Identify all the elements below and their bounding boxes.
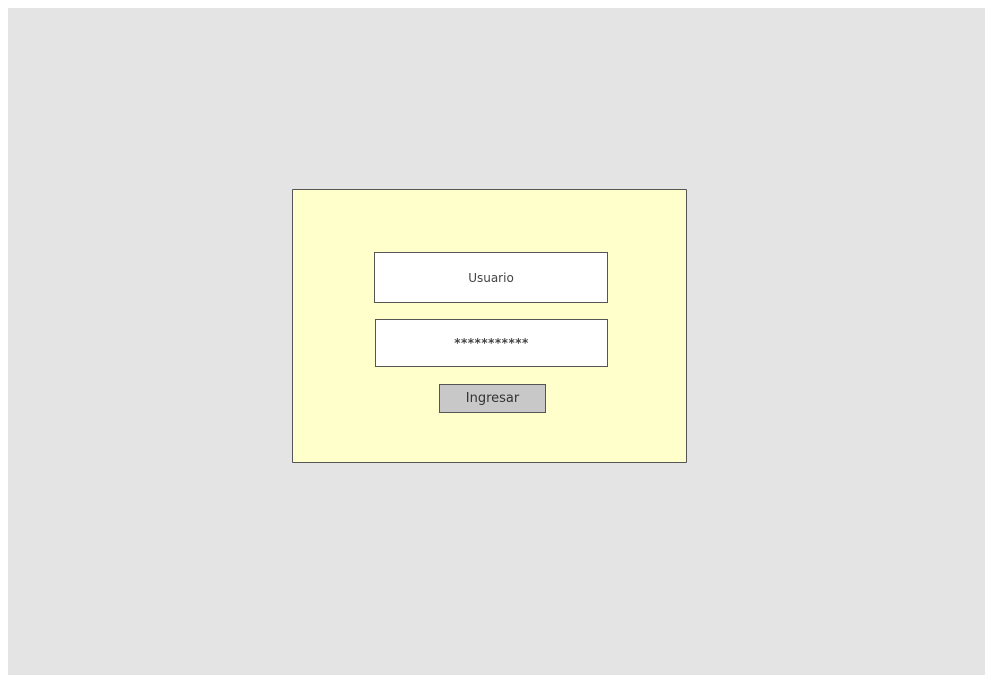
canvas-background: Usuario *********** Ingresar — [8, 8, 985, 675]
login-button[interactable]: Ingresar — [439, 384, 546, 413]
username-field[interactable]: Usuario — [374, 252, 608, 303]
username-placeholder: Usuario — [468, 270, 514, 285]
password-masked-value: *********** — [454, 336, 529, 350]
login-button-label: Ingresar — [465, 391, 520, 406]
password-field[interactable]: *********** — [375, 319, 608, 367]
login-panel: Usuario *********** Ingresar — [292, 189, 687, 463]
